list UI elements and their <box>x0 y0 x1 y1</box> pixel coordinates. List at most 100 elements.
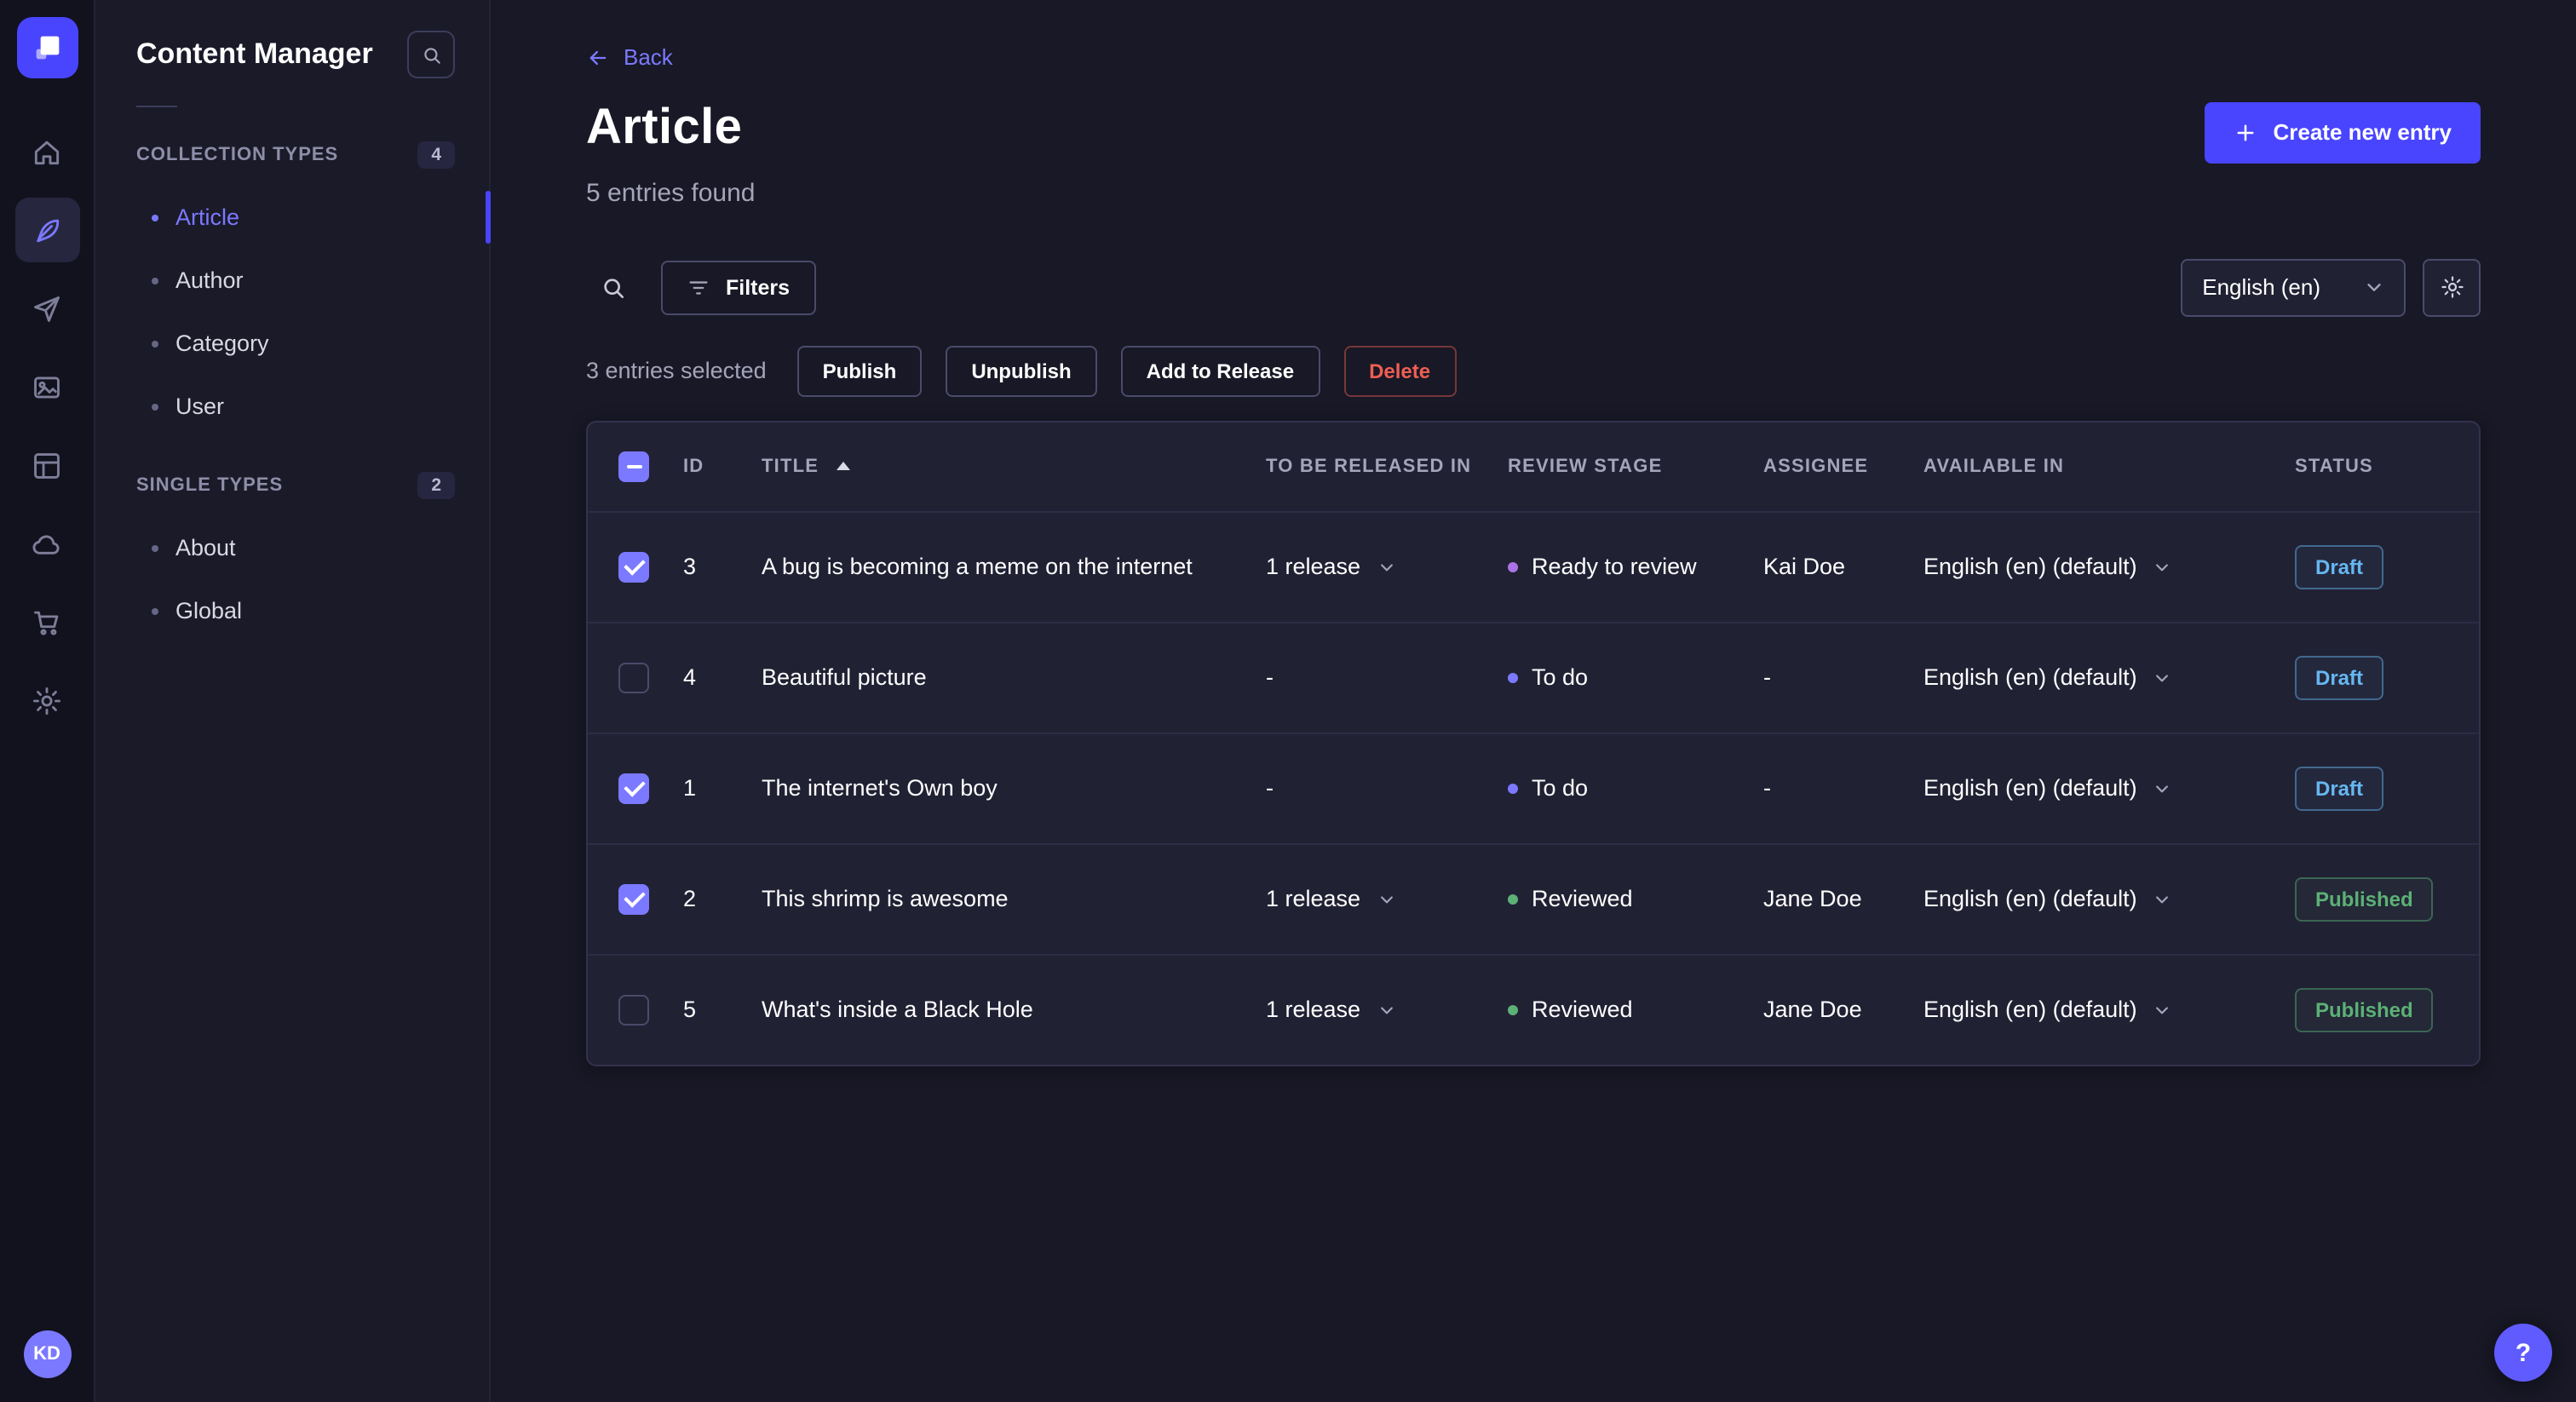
cell-available-in[interactable]: English (en) (default) <box>1923 775 2295 801</box>
cell-assignee: Kai Doe <box>1763 554 1846 579</box>
view-settings-button[interactable] <box>2423 258 2481 316</box>
app-root: KD Content Manager COLLECTION TYPES 4 Ar… <box>0 0 2576 1402</box>
cell-status: Published <box>2295 987 2479 1031</box>
cell-available-in[interactable]: English (en) (default) <box>1923 997 2295 1022</box>
section-count-badge: 2 <box>417 472 455 499</box>
cell-status: Draft <box>2295 766 2479 810</box>
cell-id: 1 <box>683 775 697 801</box>
cell-review-stage: To do <box>1508 664 1763 690</box>
cell-release[interactable]: 1 release <box>1266 886 1508 911</box>
review-stage-dot <box>1508 893 1518 904</box>
cell-release: - <box>1266 664 1508 690</box>
sidebar-item-author[interactable]: Author <box>95 249 489 312</box>
strapi-logo-icon[interactable] <box>16 17 78 78</box>
cell-id: 3 <box>683 554 697 579</box>
table-row[interactable]: 1 The internet's Own boy - To do - Engli… <box>588 732 2479 842</box>
sidebar-item-user[interactable]: User <box>95 375 489 438</box>
back-link[interactable]: Back <box>586 44 673 70</box>
column-header-review-stage[interactable]: REVIEW STAGE <box>1508 456 1763 476</box>
cell-id: 2 <box>683 886 697 911</box>
nav-item-content-manager[interactable] <box>14 198 79 262</box>
table-row[interactable]: 4 Beautiful picture - To do - English (e… <box>588 621 2479 732</box>
sidebar-item-article[interactable]: Article <box>95 186 491 249</box>
chevron-down-icon <box>2154 779 2171 796</box>
table-search-button[interactable] <box>586 260 641 314</box>
review-stage-dot <box>1508 561 1518 572</box>
select-all-checkbox[interactable] <box>618 451 649 481</box>
publish-button[interactable]: Publish <box>796 345 923 396</box>
plus-icon <box>2234 120 2257 144</box>
row-checkbox[interactable] <box>618 551 649 582</box>
status-badge: Published <box>2295 876 2434 921</box>
row-checkbox[interactable] <box>618 883 649 914</box>
cell-assignee: Jane Doe <box>1763 886 1862 911</box>
selection-count-text: 3 entries selected <box>586 358 767 383</box>
nav-item-deploy[interactable] <box>14 511 79 576</box>
column-header-assignee[interactable]: ASSIGNEE <box>1763 456 1923 476</box>
row-checkbox[interactable] <box>618 994 649 1025</box>
locale-select[interactable]: English (en) <box>2180 258 2406 316</box>
layout-icon <box>31 449 63 481</box>
sidebar-item-global[interactable]: Global <box>95 579 489 642</box>
table-row[interactable]: 3 A bug is becoming a meme on the intern… <box>588 510 2479 621</box>
cell-available-in[interactable]: English (en) (default) <box>1923 554 2295 579</box>
create-new-entry-label: Create new entry <box>2273 119 2452 145</box>
chevron-down-icon <box>1377 890 1394 907</box>
cell-assignee: - <box>1763 664 1771 690</box>
bullet-icon <box>152 544 158 551</box>
nav-item-settings[interactable] <box>14 668 79 733</box>
unpublish-button[interactable]: Unpublish <box>946 345 1097 396</box>
checkbox-cell <box>588 773 683 803</box>
chevron-down-icon <box>2154 1001 2171 1018</box>
cell-available-in[interactable]: English (en) (default) <box>1923 886 2295 911</box>
column-header-title-label: TITLE <box>762 456 819 476</box>
page-title: Article <box>586 100 743 154</box>
section-header: COLLECTION TYPES 4 <box>95 128 489 186</box>
sidebar-divider <box>136 106 177 107</box>
table-row[interactable]: 2 This shrimp is awesome 1 release Revie… <box>588 842 2479 953</box>
status-badge: Draft <box>2295 544 2384 589</box>
sidebar-search-button[interactable] <box>407 31 455 78</box>
main-navbar: KD <box>0 0 95 1402</box>
locale-selected-label: English (en) <box>2202 274 2320 300</box>
list-toolbar: Filters English (en) <box>586 258 2481 316</box>
row-checkbox[interactable] <box>618 773 649 803</box>
bullet-icon <box>152 607 158 614</box>
nav-item-marketplace[interactable] <box>14 589 79 654</box>
help-button[interactable]: ? <box>2494 1324 2552 1382</box>
delete-button[interactable]: Delete <box>1343 345 1457 396</box>
column-header-id[interactable]: ID <box>683 456 762 476</box>
release-label: 1 release <box>1266 554 1361 579</box>
table-row[interactable]: 5 What's inside a Black Hole 1 release R… <box>588 953 2479 1064</box>
sidebar-item-about[interactable]: About <box>95 516 489 579</box>
available-in-label: English (en) (default) <box>1923 997 2137 1022</box>
sidebar-item-label: User <box>175 394 225 419</box>
section-label: COLLECTION TYPES <box>136 145 339 165</box>
cell-release[interactable]: 1 release <box>1266 554 1508 579</box>
release-label: 1 release <box>1266 997 1361 1022</box>
row-checkbox[interactable] <box>618 662 649 692</box>
filters-button[interactable]: Filters <box>661 260 816 314</box>
user-avatar[interactable]: KD <box>23 1330 71 1378</box>
sidebar-item-label: Article <box>175 204 240 230</box>
nav-item-releases[interactable] <box>14 276 79 341</box>
bullet-icon <box>152 214 158 221</box>
nav-item-content-type-builder[interactable] <box>14 433 79 497</box>
cell-review-stage: Reviewed <box>1508 997 1763 1022</box>
create-new-entry-button[interactable]: Create new entry <box>2205 101 2481 163</box>
sidebar-item-category[interactable]: Category <box>95 312 489 375</box>
column-header-release[interactable]: TO BE RELEASED IN <box>1266 456 1508 476</box>
section-count-badge: 4 <box>417 141 455 169</box>
cart-icon <box>31 606 63 638</box>
column-header-status[interactable]: STATUS <box>2295 456 2479 476</box>
sort-ascending-icon <box>836 462 850 470</box>
column-header-title[interactable]: TITLE <box>762 456 1266 476</box>
add-to-release-button[interactable]: Add to Release <box>1120 345 1320 396</box>
cell-release[interactable]: 1 release <box>1266 997 1508 1022</box>
nav-item-media-library[interactable] <box>14 354 79 419</box>
cell-available-in[interactable]: English (en) (default) <box>1923 664 2295 690</box>
column-header-available-in[interactable]: AVAILABLE IN <box>1923 456 2295 476</box>
cell-assignee: Jane Doe <box>1763 997 1862 1022</box>
nav-item-home[interactable] <box>14 119 79 184</box>
filter-icon <box>687 275 710 299</box>
